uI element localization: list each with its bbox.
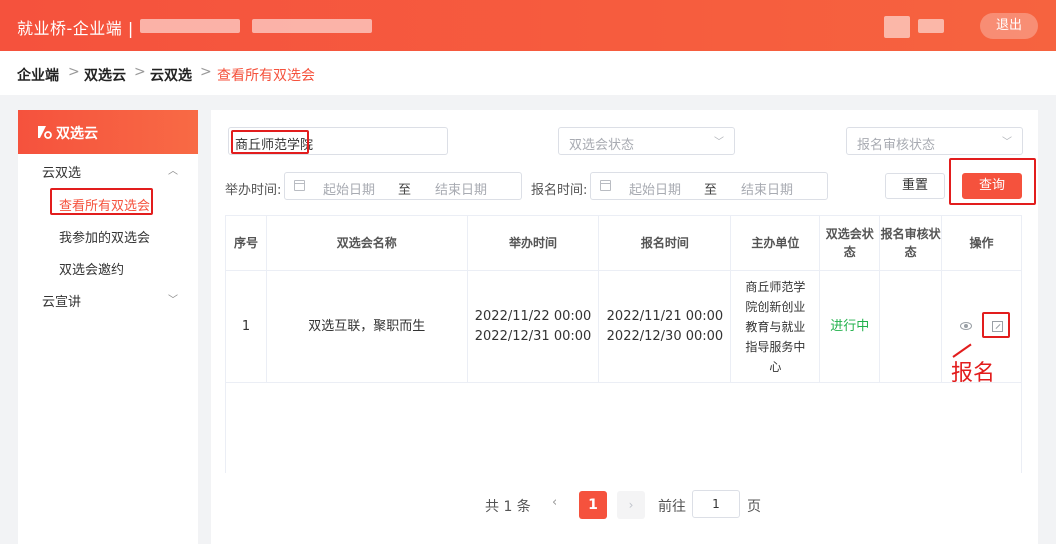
breadcrumb-enterprise[interactable]: 企业端 (17, 65, 59, 85)
hold-start-date: 起始日期 (323, 183, 376, 198)
table-row: 1 双选互联，聚职而生 2022/11/22 00:00 2022/12/31 … (225, 270, 1022, 383)
cell-signup-time: 2022/11/21 00:00 2022/12/30 00:00 (598, 270, 732, 383)
cell-name: 双选互联，聚职而生 (265, 270, 468, 383)
breadcrumb-cloud-dual[interactable]: 云双选 (150, 65, 192, 85)
range-separator: 至 (398, 183, 412, 198)
page-number-current[interactable]: 1 (579, 491, 607, 519)
range-separator: 至 (704, 183, 718, 198)
app-title: 就业桥-企业端 | (17, 19, 134, 38)
logout-button[interactable]: 退出 (980, 13, 1038, 39)
signup-start-date: 起始日期 (629, 183, 682, 198)
breadcrumb-current: 查看所有双选会 (217, 68, 315, 84)
col-hold-time: 举办时间 (466, 215, 600, 271)
sidebar-item-fair-invitations[interactable]: 双选会邀约 (18, 255, 198, 281)
col-actions: 操作 (941, 215, 1022, 271)
signup-time-label: 报名时间: (531, 183, 588, 198)
review-status-select[interactable]: 报名审核状态 ﹀ (846, 127, 1023, 155)
cell-status: 进行中 (819, 270, 881, 383)
annotation-signup-label: 报名 (951, 361, 996, 386)
highlight-box (982, 312, 1010, 338)
chevron-down-icon: ﹀ (714, 137, 724, 148)
col-fair-status: 双选会状态 (819, 215, 881, 271)
fair-status-select[interactable]: 双选会状态 ﹀ (558, 127, 735, 155)
col-name: 双选会名称 (265, 215, 468, 271)
sidebar-item-label: 双选会邀约 (59, 263, 125, 278)
highlight-box (231, 130, 309, 154)
hold-time-label: 举办时间: (225, 183, 282, 198)
total-count: 共 1 条 (485, 499, 531, 515)
col-review-status: 报名审核状态 (879, 215, 943, 271)
breadcrumb-dual-cloud[interactable]: 双选云 (84, 65, 126, 85)
hold-end-date: 结束日期 (435, 183, 488, 198)
sidebar-item-cloud-lecture[interactable]: 云宣讲 ﹀ (18, 287, 198, 313)
highlight-box (949, 158, 1036, 205)
table-header-row: 序号 双选会名称 举办时间 报名时间 主办单位 双选会状态 报名审核状态 操作 (225, 215, 1022, 271)
signup-time-range-picker[interactable]: 起始日期 至 结束日期 (590, 172, 828, 200)
top-header: 就业桥-企业端 | 退出 (0, 0, 1056, 51)
goto-page-input[interactable]: 1 (692, 490, 740, 518)
blurred-company-name (140, 19, 240, 33)
next-page-icon[interactable]: › (617, 491, 645, 519)
hold-start: 2022/11/22 00:00 (474, 308, 592, 324)
chevron-down-icon: ﹀ (1002, 137, 1012, 148)
sidebar: 双选云 云双选 ︿ 查看所有双选会 我参加的双选会 双选会邀约 云宣讲 ﹀ (18, 110, 198, 544)
table-empty-space (225, 382, 1022, 473)
highlight-box (50, 188, 153, 215)
reset-button[interactable]: 重置 (885, 173, 945, 199)
fair-table: 序号 双选会名称 举办时间 报名时间 主办单位 双选会状态 报名审核状态 操作 … (225, 215, 1022, 473)
sidebar-item-label: 我参加的双选会 (59, 231, 151, 246)
sidebar-section-title: 双选云 (56, 126, 98, 142)
col-signup-time: 报名时间 (598, 215, 732, 271)
prev-page-icon[interactable]: ‹ (552, 495, 557, 510)
chevron-down-icon: ﹀ (168, 295, 178, 306)
avatar[interactable] (884, 16, 910, 38)
breadcrumb-separator: > (68, 64, 80, 80)
cell-hold-time: 2022/11/22 00:00 2022/12/31 00:00 (466, 270, 600, 383)
signup-end-date: 结束日期 (741, 183, 794, 198)
dual-select-icon (38, 126, 52, 139)
calendar-icon (294, 180, 305, 191)
breadcrumb-separator: > (134, 64, 146, 80)
goto-label: 前往 (658, 499, 686, 515)
col-index: 序号 (225, 215, 267, 271)
hold-end: 2022/12/31 00:00 (474, 328, 592, 344)
signup-end: 2022/12/30 00:00 (606, 328, 724, 344)
review-status-placeholder: 报名审核状态 (857, 138, 936, 153)
cell-organizer: 商丘师范学院创新创业教育与就业指导服务中心 (730, 270, 821, 383)
sidebar-item-my-fairs[interactable]: 我参加的双选会 (18, 223, 198, 249)
signup-start: 2022/11/21 00:00 (606, 308, 724, 324)
pagination: 共 1 条 ‹ 1 › 前往 1 页 (211, 490, 1038, 520)
fair-status-placeholder: 双选会状态 (569, 138, 635, 153)
main-panel: 商丘师范学院 双选会状态 ﹀ 报名审核状态 ﹀ 举办时间: 起始日期 至 结束日… (211, 110, 1038, 544)
calendar-icon (600, 180, 611, 191)
blurred-username (918, 19, 944, 33)
page-suffix: 页 (747, 499, 761, 515)
breadcrumb-separator: > (200, 64, 212, 80)
view-eye-icon[interactable] (959, 322, 972, 330)
breadcrumb: 企业端 > 双选云 > 云双选 > 查看所有双选会 (0, 51, 1056, 95)
sidebar-item-label: 云宣讲 (42, 295, 82, 310)
blurred-company-name-2 (252, 19, 372, 33)
sidebar-item-label: 云双选 (42, 166, 82, 181)
cell-review-status (879, 270, 943, 383)
col-organizer: 主办单位 (730, 215, 821, 271)
hold-time-range-picker[interactable]: 起始日期 至 结束日期 (284, 172, 522, 200)
chevron-up-icon: ︿ (168, 166, 178, 177)
sidebar-section-header[interactable]: 双选云 (18, 110, 198, 154)
sidebar-item-cloud-dual[interactable]: 云双选 ︿ (18, 158, 198, 184)
cell-index: 1 (225, 270, 267, 383)
